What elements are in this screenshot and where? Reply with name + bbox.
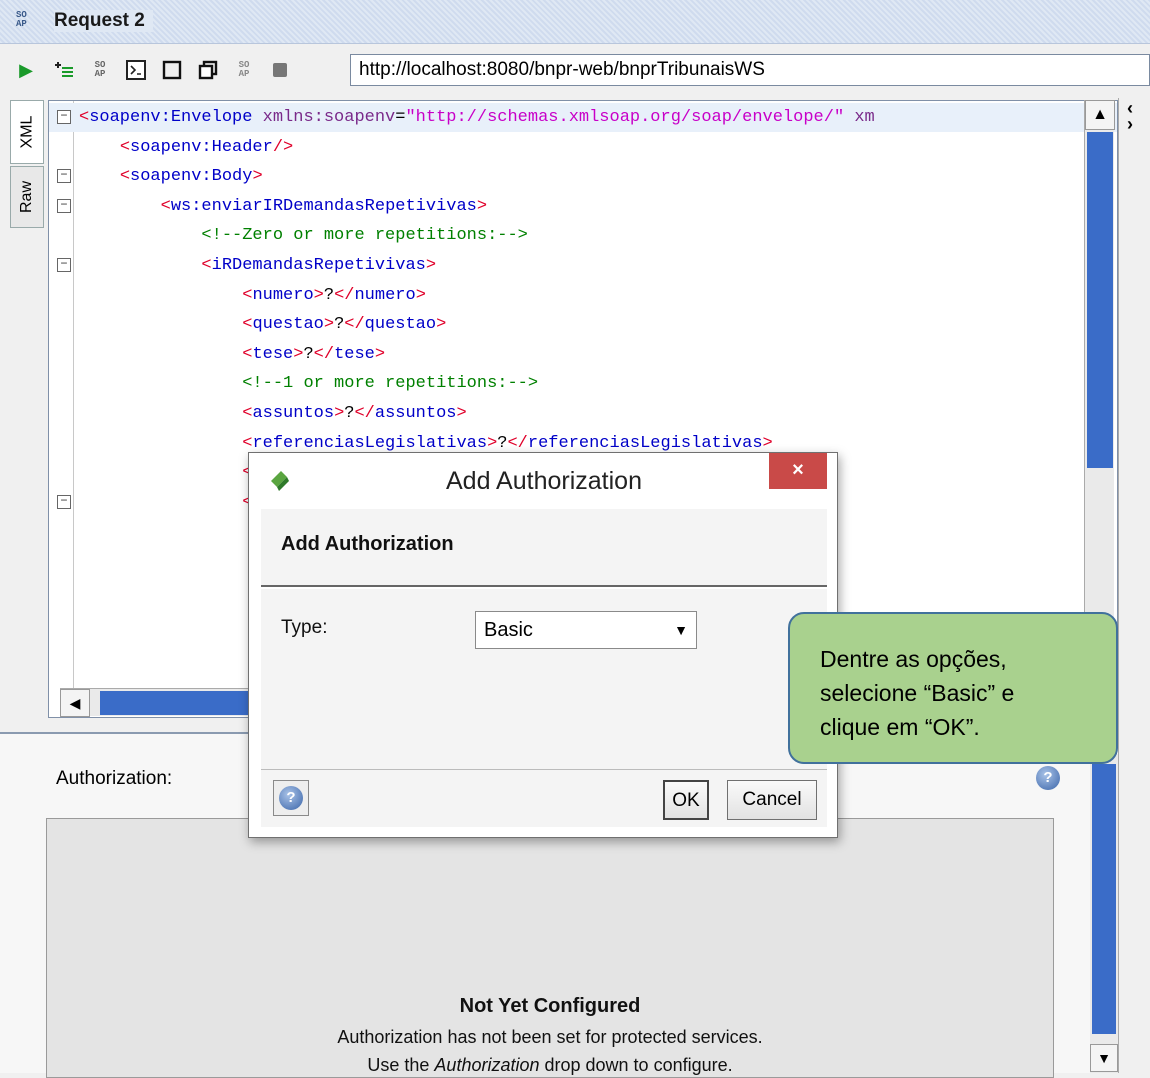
maximize-icon[interactable]: [160, 58, 184, 82]
type-label: Type:: [281, 617, 328, 638]
soap-version-icon[interactable]: SO AP: [88, 58, 112, 82]
chevron-down-icon: ▼: [674, 622, 688, 638]
ok-button[interactable]: OK: [663, 780, 709, 820]
help-icon: ?: [279, 786, 303, 810]
code-line: <assuntos>?</assuntos>: [49, 399, 1117, 428]
code-text: <!--1 or more repetitions:-->: [242, 374, 539, 394]
type-select-value: Basic: [484, 619, 533, 641]
add-header-icon[interactable]: [52, 58, 76, 82]
auth-scroll-thumb[interactable]: [1092, 764, 1116, 1034]
code-line: − <soapenv:Envelope xmlns:soapenv="http:/…: [49, 103, 1117, 132]
scroll-down-icon[interactable]: ▼: [1090, 1044, 1118, 1072]
code-line: <questao>?</questao>: [49, 310, 1117, 339]
code-line: − <soapenv:Body>: [49, 162, 1117, 191]
scroll-up-icon[interactable]: ▲: [1085, 100, 1115, 130]
code-line: <!--Zero or more repetitions:-->: [49, 221, 1117, 250]
close-button[interactable]: ×: [769, 453, 827, 489]
add-authorization-dialog: Add Authorization × Add Authorization Ty…: [248, 452, 838, 838]
status-title: Not Yet Configured: [459, 995, 641, 1017]
code-text: <soapenv:Body>: [119, 167, 263, 187]
endpoint-url-field[interactable]: http://localhost:8080/bnpr-web/bnprTribu…: [350, 54, 1150, 86]
help-icon[interactable]: ?: [1036, 766, 1060, 790]
code-line: <numero>?</numero>: [49, 281, 1117, 310]
dialog-header: Add Authorization: [261, 509, 827, 587]
authorization-status-box: Not Yet Configured Authorization has not…: [46, 818, 1054, 1078]
fold-toggle-icon[interactable]: −: [57, 169, 71, 184]
code-text: <ws:enviarIRDemandasRepetivivas>: [160, 196, 488, 216]
editor-vertical-scrollbar[interactable]: ▲: [1084, 100, 1115, 700]
soap-icon: SO AP: [16, 10, 27, 29]
code-text: <soapenv:Header/>: [119, 137, 294, 157]
status-line: Authorization has not been set for prote…: [337, 1027, 763, 1047]
dialog-help-button[interactable]: ?: [273, 780, 309, 816]
code-text: <iRDemandasRepetivivas>: [201, 256, 437, 275]
code-text: <tese>?</tese>: [242, 344, 386, 364]
code-text: <numero>?</numero>: [242, 285, 426, 305]
run-request-icon[interactable]: ▶: [14, 58, 38, 82]
code-line: <soapenv:Header/>: [49, 133, 1117, 162]
tab-xml[interactable]: XML: [10, 100, 44, 164]
code-line: <tese>?</tese>: [49, 340, 1117, 369]
code-line: − <ws:enviarIRDemandasRepetivivas>: [49, 192, 1117, 221]
code-line: − <iRDemandasRepetivivas>: [49, 251, 1117, 280]
code-line: <!--1 or more repetitions:-->: [49, 369, 1117, 398]
fold-toggle-icon[interactable]: −: [57, 198, 71, 213]
clone-icon[interactable]: [196, 58, 220, 82]
fold-toggle-icon[interactable]: −: [57, 494, 71, 509]
code-text: <: [79, 488, 252, 517]
authorization-label: Authorization:: [56, 768, 173, 789]
request-title-bar: SO AP Request 2: [0, 0, 1150, 44]
editor-scroll-thumb[interactable]: [1087, 132, 1113, 468]
instruction-callout: Dentre as opções, selecione “Basic” e cl…: [788, 612, 1118, 764]
request-title: Request 2: [54, 10, 153, 32]
wsdl-icon[interactable]: SO AP: [232, 58, 256, 82]
auth-vertical-scrollbar[interactable]: ▼: [1090, 754, 1118, 1073]
dialog-body: Type: Basic ▼: [261, 589, 827, 769]
code-text: <questao>?</questao>: [242, 315, 447, 335]
request-toolbar: ▶ SO AP SO AP http://localhost:8080/bnpr-w…: [0, 44, 1150, 98]
code-text: <soapenv:Envelope xmlns:soapenv="http://…: [79, 108, 875, 127]
format-xml-icon[interactable]: [124, 58, 148, 82]
tab-raw[interactable]: Raw: [10, 166, 44, 228]
dialog-title: Add Authorization: [446, 467, 642, 495]
editor-view-tabs: XML Raw: [10, 100, 46, 230]
code-text: <: [79, 458, 252, 487]
dialog-footer: ? OK Cancel: [261, 769, 827, 827]
code-text: <!--Zero or more repetitions:-->: [201, 226, 528, 246]
dialog-header-title: Add Authorization: [281, 533, 454, 555]
cancel-button[interactable]: Cancel: [727, 780, 817, 820]
stop-icon[interactable]: [268, 58, 292, 82]
collapse-panel-icon[interactable]: ‹ ›: [1127, 99, 1133, 133]
dialog-title-bar: Add Authorization ×: [249, 453, 837, 509]
callout-text: Dentre as opções, selecione “Basic” e cl…: [820, 646, 1015, 740]
code-text: <assuntos>?</assuntos>: [242, 404, 467, 423]
fold-toggle-icon[interactable]: −: [57, 110, 71, 124]
scroll-left-icon[interactable]: ◀: [60, 689, 90, 717]
type-select[interactable]: Basic ▼: [475, 611, 697, 649]
fold-toggle-icon[interactable]: −: [57, 258, 71, 272]
response-panel-strip: ‹ ›: [1118, 98, 1150, 1073]
